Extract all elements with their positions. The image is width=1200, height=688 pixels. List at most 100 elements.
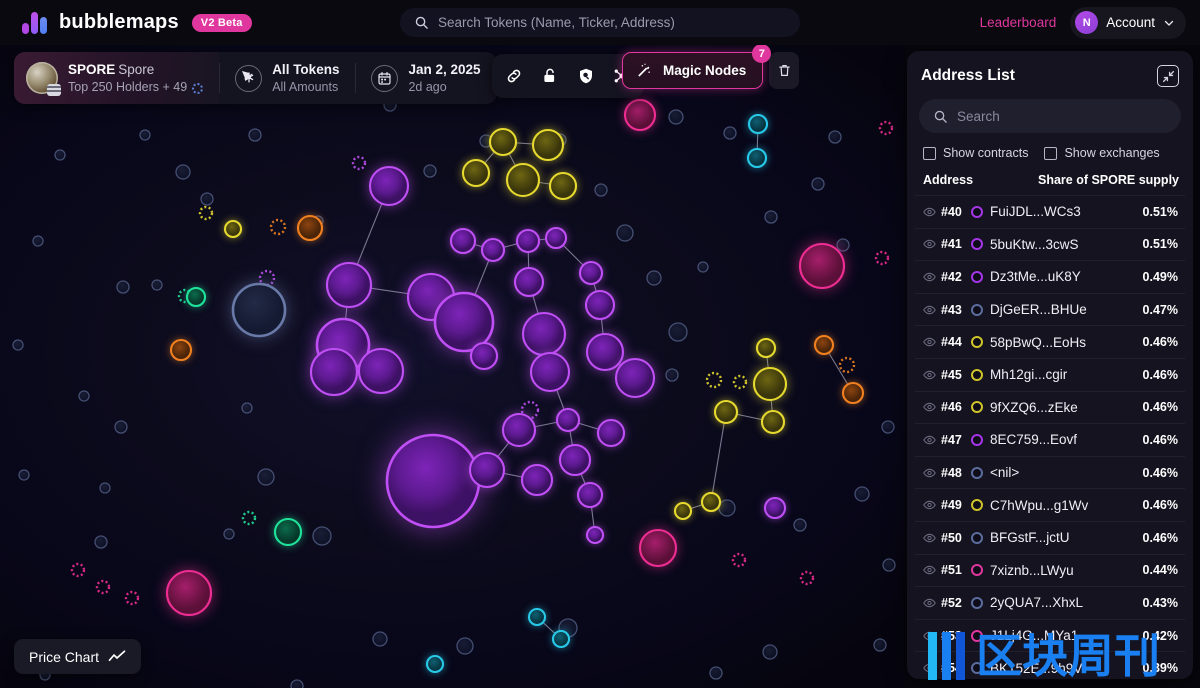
graph-node[interactable] [854,486,870,502]
table-row[interactable]: #42 Dz3tMe...uK8Y 0.49% [915,260,1185,293]
graph-node[interactable] [116,280,130,294]
graph-node[interactable] [760,409,786,435]
toggle-visibility-icon[interactable] [923,239,941,249]
graph-node[interactable] [12,339,24,351]
graph-node[interactable] [223,219,243,239]
graph-node[interactable] [836,238,850,252]
graph-node[interactable] [200,192,214,206]
graph-node[interactable] [151,279,163,291]
graph-node[interactable] [813,334,835,356]
graph-node[interactable] [793,518,807,532]
magic-nodes-button[interactable]: Magic Nodes 7 [622,44,772,89]
graph-node[interactable] [762,644,778,660]
graph-node[interactable] [584,289,616,321]
graph-node[interactable] [551,629,571,649]
graph-node[interactable] [296,214,324,242]
graph-node[interactable] [873,638,887,652]
graph-node[interactable] [372,631,388,647]
graph-node[interactable] [169,338,193,362]
graph-node-contract[interactable] [799,570,815,586]
toggle-visibility-icon[interactable] [923,565,941,575]
collapse-panel-button[interactable] [1157,65,1179,87]
graph-node[interactable] [578,260,604,286]
graph-node[interactable] [469,341,499,371]
graph-node-contract[interactable] [878,120,894,136]
graph-node[interactable] [548,171,578,201]
graph-node[interactable] [468,451,506,489]
graph-node[interactable] [709,666,723,680]
graph-node[interactable] [456,637,474,655]
graph-node[interactable] [94,535,108,549]
graph-node[interactable] [114,420,128,434]
unlock-icon[interactable] [534,60,566,92]
graph-node[interactable] [881,420,895,434]
graph-node[interactable] [616,224,634,242]
show-exchanges-checkbox[interactable]: Show exchanges [1044,146,1160,160]
graph-node[interactable] [423,164,437,178]
toggle-visibility-icon[interactable] [923,370,941,380]
graph-node[interactable] [54,149,66,161]
account-menu[interactable]: N Account [1070,6,1186,39]
graph-node[interactable] [646,270,662,286]
graph-node[interactable] [585,332,625,372]
graph-node[interactable] [544,226,568,250]
price-chart-button[interactable]: Price Chart [14,639,142,674]
graph-nodes[interactable] [12,98,896,688]
graph-node-contract[interactable] [198,205,214,221]
graph-node[interactable] [312,526,332,546]
graph-node[interactable] [638,528,678,568]
table-row[interactable]: #44 58pBwQ...EoHs 0.46% [915,325,1185,358]
toggle-visibility-icon[interactable] [923,272,941,282]
graph-node[interactable] [501,412,537,448]
graph-node[interactable] [18,469,30,481]
table-row[interactable]: #48 <nil> 0.46% [915,455,1185,489]
graph-node[interactable] [531,128,565,162]
graph-node-contract[interactable] [351,155,367,171]
address-search-input[interactable]: Search [919,99,1181,133]
graph-node-contract[interactable] [874,250,890,266]
graph-node[interactable] [713,399,739,425]
table-row[interactable]: #41 5buKtw...3cwS 0.51% [915,227,1185,261]
graph-node[interactable] [576,481,604,509]
graph-node[interactable] [480,237,506,263]
graph-node[interactable] [290,679,304,688]
graph-node[interactable] [527,607,547,627]
bubble-graph-svg[interactable] [0,45,905,688]
date-selector[interactable]: Jan 2, 2025 2d ago [355,52,496,104]
graph-node[interactable] [241,402,253,414]
graph-node[interactable] [165,569,213,617]
graph-node-contract[interactable] [731,552,747,568]
graph-node-contract[interactable] [95,579,111,595]
delete-magic-nodes-button[interactable] [769,52,800,89]
graph-node[interactable] [325,261,373,309]
graph-node[interactable] [515,228,541,254]
graph-node[interactable] [488,127,518,157]
graph-node[interactable] [668,322,688,342]
graph-node[interactable] [357,347,405,395]
column-address[interactable]: Address [923,173,973,187]
toggle-visibility-icon[interactable] [923,500,941,510]
graph-node[interactable] [231,282,287,338]
graph-node[interactable] [257,468,275,486]
graph-node[interactable] [673,501,693,521]
graph-node[interactable] [665,368,679,382]
graph-node[interactable] [594,183,608,197]
toggle-visibility-icon[interactable] [923,435,941,445]
graph-node-contract[interactable] [705,371,723,389]
global-search[interactable]: Search Tokens (Name, Ticker, Address) [400,8,800,37]
token-selector[interactable]: SPORE Spore Top 250 Holders + 49 [14,52,220,104]
graph-node-contract[interactable] [838,356,856,374]
graph-node[interactable] [185,286,207,308]
graph-node[interactable] [385,433,481,529]
graph-node[interactable] [623,98,657,132]
table-row[interactable]: #50 BFGstF...jctU 0.46% [915,520,1185,554]
graph-node[interactable] [273,517,303,547]
graph-node-contract[interactable] [124,590,140,606]
graph-node[interactable] [520,463,554,497]
graph-node[interactable] [700,491,722,513]
graph-node[interactable] [614,357,656,399]
graph-node[interactable] [139,129,151,141]
graph-node[interactable] [99,482,111,494]
graph-node[interactable] [763,496,787,520]
graph-node[interactable] [558,443,592,477]
